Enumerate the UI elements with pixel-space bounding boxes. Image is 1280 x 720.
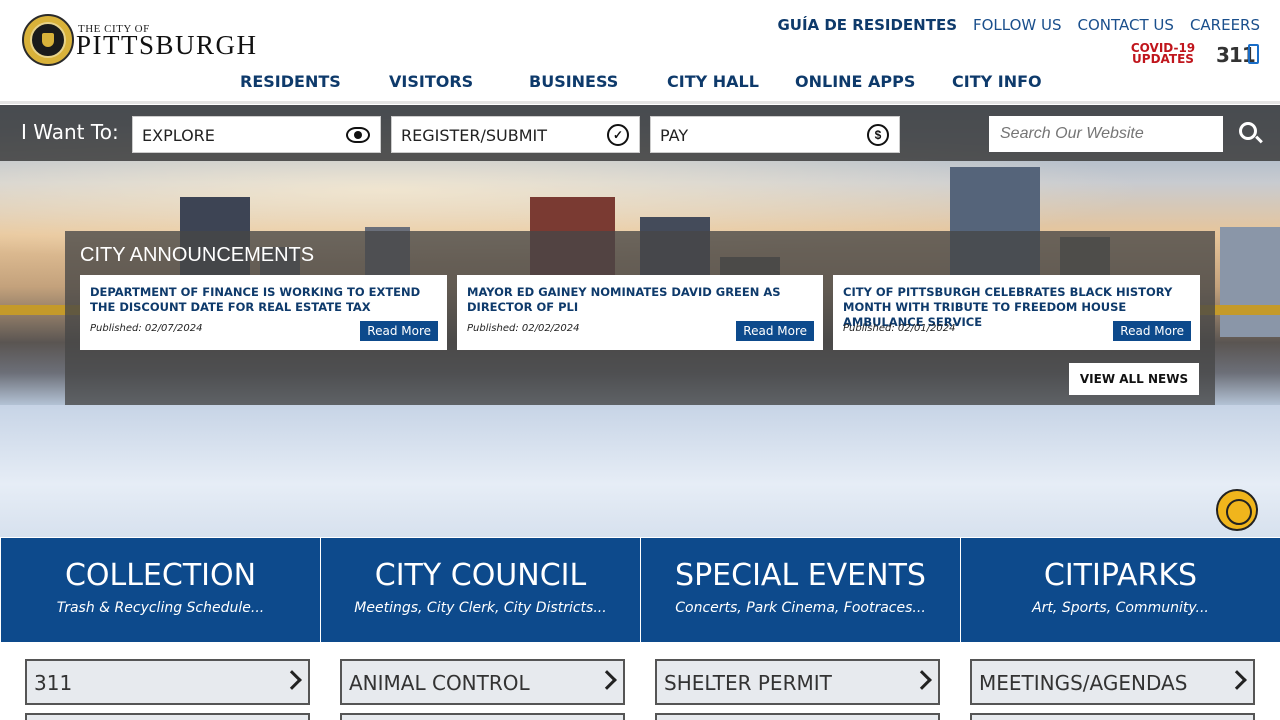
chevron-right-icon — [912, 670, 932, 690]
view-all-news-button[interactable]: VIEW ALL NEWS — [1069, 363, 1199, 395]
announcement-headline[interactable]: DEPARTMENT OF FINANCE IS WORKING TO EXTE… — [90, 285, 435, 315]
tile-subtitle: Art, Sports, Community... — [1032, 600, 1209, 616]
link-careers[interactable]: CAREERS — [1190, 16, 1260, 34]
nav-visitors[interactable]: VISITORS — [389, 72, 473, 91]
explore-label: EXPLORE — [142, 126, 215, 145]
quick-link-label: 311 — [34, 671, 73, 695]
nav-residents[interactable]: RESIDENTS — [240, 72, 341, 91]
covid-updates-link[interactable]: COVID-19 UPDATES — [1130, 42, 1196, 66]
announcement-date: Published: 02/07/2024 — [90, 323, 203, 334]
utility-links: GUÍA DE RESIDENTES FOLLOW US CONTACT US … — [777, 16, 1260, 34]
tile-subtitle: Concerts, Park Cinema, Footraces... — [675, 600, 926, 616]
search-icon[interactable] — [1239, 122, 1257, 140]
explore-dropdown[interactable]: EXPLORE — [132, 116, 381, 153]
nav-online-apps[interactable]: ONLINE APPS — [795, 72, 915, 91]
read-more-button[interactable]: Read More — [360, 321, 438, 341]
announcement-card: DEPARTMENT OF FINANCE IS WORKING TO EXTE… — [80, 275, 447, 350]
city-seal-icon — [22, 14, 74, 66]
quick-link-label: MEETINGS/AGENDAS — [979, 671, 1188, 695]
quick-link-row2[interactable] — [655, 713, 940, 720]
link-guia-de-residentes[interactable]: GUÍA DE RESIDENTES — [777, 16, 957, 34]
announcement-date: Published: 02/01/2024 — [843, 323, 956, 334]
main-nav: RESIDENTS VISITORS BUSINESS CITY HALL ON… — [0, 72, 1280, 100]
tile-collection[interactable]: COLLECTION Trash & Recycling Schedule... — [1, 538, 320, 642]
tile-citiparks[interactable]: CITIPARKS Art, Sports, Community... — [961, 538, 1280, 642]
announcement-headline[interactable]: MAYOR ED GAINEY NOMINATES DAVID GREEN AS… — [467, 285, 812, 315]
covid-line2: UPDATES — [1132, 52, 1194, 66]
chevron-right-icon — [597, 670, 617, 690]
tile-title: CITIPARKS — [1043, 558, 1198, 593]
quick-link-row2[interactable] — [970, 713, 1255, 720]
quick-link-311[interactable]: 311 — [25, 659, 310, 705]
quick-link-label: SHELTER PERMIT — [664, 671, 832, 695]
site-header: THE CITY OF PITTSBURGH GUÍA DE RESIDENTE… — [0, 0, 1280, 104]
announcement-card: CITY OF PITTSBURGH CELEBRATES BLACK HIST… — [833, 275, 1200, 350]
tile-title: COLLECTION — [64, 558, 257, 593]
register-submit-label: REGISTER/SUBMIT — [401, 126, 548, 145]
tile-city-council[interactable]: CITY COUNCIL Meetings, City Clerk, City … — [321, 538, 640, 642]
eye-icon — [346, 127, 370, 143]
pay-label: PAY — [660, 126, 689, 145]
quick-link-meetings-agendas[interactable]: MEETINGS/AGENDAS — [970, 659, 1255, 705]
quick-link-shelter-permit[interactable]: SHELTER PERMIT — [655, 659, 940, 705]
chevron-right-icon — [1227, 670, 1247, 690]
city-logo[interactable]: THE CITY OF PITTSBURGH — [22, 14, 282, 68]
i-want-to-label: I Want To: — [21, 120, 119, 144]
tile-subtitle: Trash & Recycling Schedule... — [56, 600, 265, 616]
quick-link-row2[interactable] — [25, 713, 310, 720]
link-contact-us[interactable]: CONTACT US — [1078, 16, 1174, 34]
tile-title: CITY COUNCIL — [374, 558, 587, 593]
i-want-to-bar: I Want To: EXPLORE REGISTER/SUBMIT ✓ PAY… — [0, 105, 1280, 161]
register-submit-dropdown[interactable]: REGISTER/SUBMIT ✓ — [391, 116, 640, 153]
nav-city-hall[interactable]: CITY HALL — [667, 72, 759, 91]
search-input[interactable] — [989, 116, 1223, 152]
tile-subtitle: Meetings, City Clerk, City Districts... — [354, 600, 607, 616]
announcement-card: MAYOR ED GAINEY NOMINATES DAVID GREEN AS… — [457, 275, 823, 350]
quick-link-label: ANIMAL CONTROL — [349, 671, 530, 695]
phone-icon — [1248, 44, 1259, 64]
pay-dropdown[interactable]: PAY $ — [650, 116, 900, 153]
announcement-date: Published: 02/02/2024 — [467, 323, 580, 334]
dollar-circle-icon: $ — [867, 124, 889, 146]
accessibility-icon[interactable] — [1216, 489, 1258, 531]
checkmark-circle-icon: ✓ — [607, 124, 629, 146]
read-more-button[interactable]: Read More — [736, 321, 814, 341]
nav-business[interactable]: BUSINESS — [529, 72, 618, 91]
tile-special-events[interactable]: SPECIAL EVENTS Concerts, Park Cinema, Fo… — [641, 538, 960, 642]
site-search — [989, 116, 1223, 152]
logo-big-text: PITTSBURGH — [76, 30, 258, 60]
tile-title: SPECIAL EVENTS — [675, 558, 926, 593]
city-announcements-panel: CITY ANNOUNCEMENTS DEPARTMENT OF FINANCE… — [65, 231, 1215, 405]
quick-link-row2[interactable] — [340, 713, 625, 720]
nav-city-info[interactable]: CITY INFO — [952, 72, 1042, 91]
link-follow-us[interactable]: FOLLOW US — [973, 16, 1062, 34]
feature-tiles: COLLECTION Trash & Recycling Schedule...… — [0, 538, 1280, 642]
chevron-right-icon — [282, 670, 302, 690]
quick-link-animal-control[interactable]: ANIMAL CONTROL — [340, 659, 625, 705]
read-more-button[interactable]: Read More — [1113, 321, 1191, 341]
announcements-title: CITY ANNOUNCEMENTS — [80, 244, 315, 266]
